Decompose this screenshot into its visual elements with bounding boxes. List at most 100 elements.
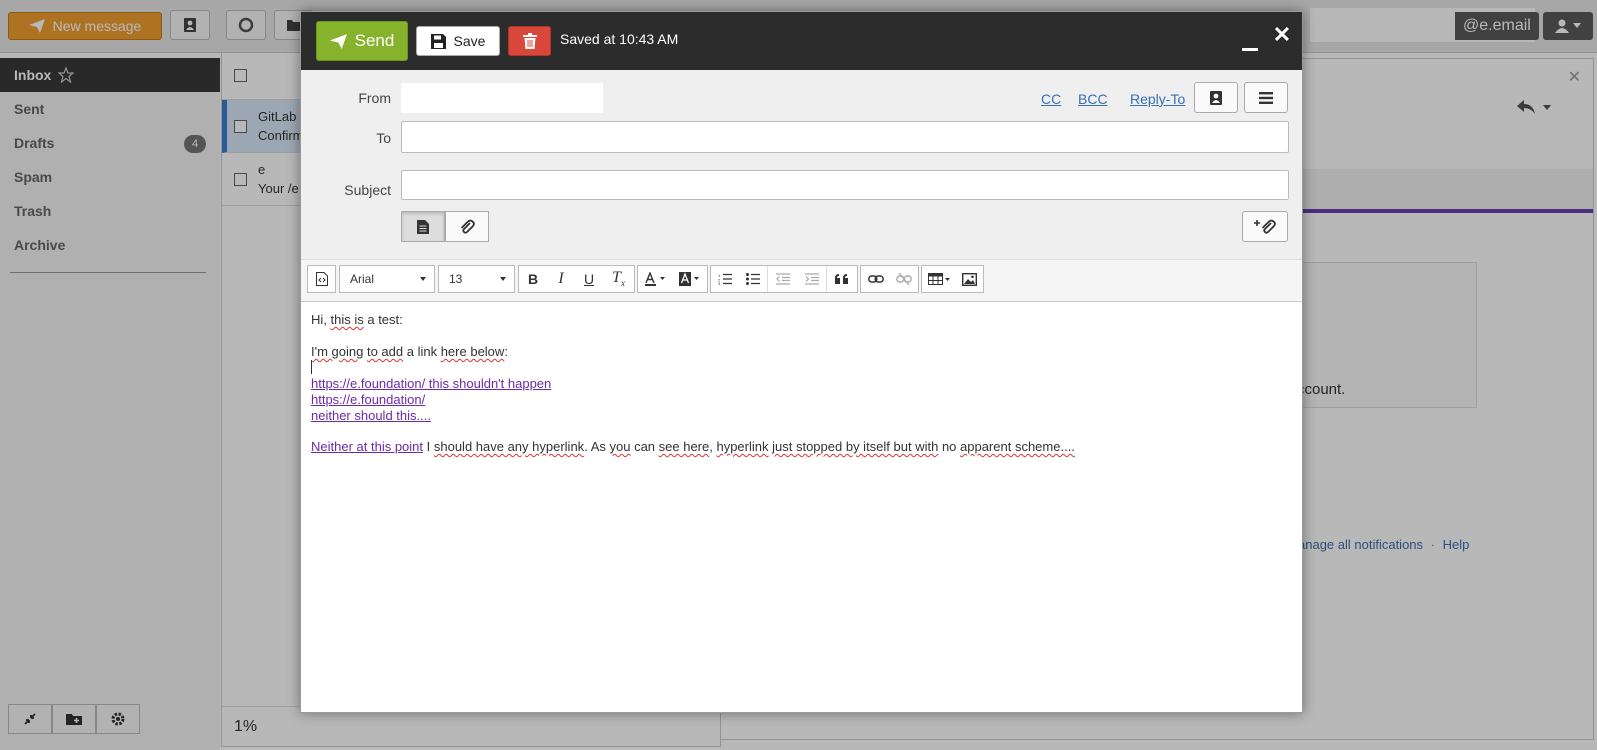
compose-dialog: Send Save Saved at 10:43 AM ✕ From CC BC…	[300, 11, 1303, 713]
editor-mode-toggle	[401, 211, 489, 242]
numbered-list-button[interactable]: 123	[711, 266, 739, 292]
font-size-select[interactable]: 13	[438, 265, 515, 293]
save-status: Saved at 10:43 AM	[560, 31, 679, 47]
body-link-3[interactable]: neither should this....	[311, 408, 431, 423]
chevron-down-icon	[500, 277, 506, 281]
body-text: should have any hyperlink	[433, 439, 585, 454]
attach-plus-icon	[1254, 219, 1276, 234]
source-code-button[interactable]	[308, 266, 335, 292]
compose-header: Send Save Saved at 10:43 AM ✕	[301, 12, 1302, 70]
hyperlink[interactable]: https://e.foundation/	[311, 392, 425, 407]
bcc-link[interactable]: BCC	[1078, 91, 1108, 107]
text-color-button[interactable]	[638, 266, 673, 292]
source-group	[307, 265, 336, 293]
reply-to-link[interactable]: Reply-To	[1130, 91, 1185, 107]
body-link-2[interactable]: https://e.foundation/	[311, 392, 425, 407]
body-text: see here	[658, 439, 710, 454]
close-compose-button[interactable]: ✕	[1271, 24, 1293, 46]
address-book-button[interactable]	[1194, 82, 1238, 113]
ordered-list-icon: 123	[718, 273, 732, 285]
hyperlink[interactable]: neither should this....	[311, 408, 431, 423]
body-line-final: Neither at this point I should have any …	[311, 439, 1075, 454]
link-icon	[867, 275, 884, 283]
clear-format-icon: Tx	[612, 269, 625, 289]
source-code-icon	[315, 272, 328, 286]
options-menu-button[interactable]	[1244, 82, 1288, 113]
body-text: I	[423, 439, 434, 454]
save-label: Save	[453, 33, 486, 49]
chevron-down-icon	[420, 277, 426, 281]
indent-icon	[805, 273, 819, 285]
address-book-icon	[1210, 90, 1222, 105]
remove-link-button[interactable]	[890, 266, 918, 292]
blockquote-button[interactable]	[826, 266, 857, 292]
bold-icon: B	[527, 271, 539, 287]
insert-table-button[interactable]	[922, 266, 955, 292]
indent-button[interactable]	[798, 266, 826, 292]
body-line-intro: I'm going to add a link here below:	[311, 344, 508, 359]
body-text: . As	[584, 439, 610, 454]
unlink-icon	[896, 273, 912, 285]
body-text: a link	[403, 344, 441, 359]
to-input[interactable]	[401, 121, 1289, 153]
insert-link-button[interactable]	[861, 266, 890, 292]
text-color-icon	[644, 272, 665, 286]
list-group: 123	[710, 265, 858, 293]
body-text: you	[609, 439, 631, 454]
italic-button[interactable]: I	[547, 266, 575, 292]
editor-toolbar: Arial 13 B I U Tx 123	[301, 260, 1302, 302]
paper-plane-icon	[329, 33, 347, 49]
save-button[interactable]: Save	[416, 26, 500, 56]
minimize-button[interactable]	[1241, 30, 1259, 52]
body-text: here below	[440, 344, 505, 359]
link-group	[860, 265, 919, 293]
underline-icon: U	[583, 271, 595, 287]
message-body-editor[interactable]: Hi, this is a test: I'm going to add a l…	[301, 302, 1302, 712]
add-attachment-button[interactable]	[1242, 211, 1288, 242]
send-label: Send	[354, 31, 395, 50]
document-icon	[417, 219, 429, 234]
trash-icon	[522, 33, 537, 49]
hyperlink[interactable]: https://e.foundation/ this shouldn't hap…	[311, 376, 551, 391]
body-text: hyperlink	[716, 439, 769, 454]
floppy-disk-icon	[430, 33, 446, 49]
underline-button[interactable]: U	[575, 266, 603, 292]
body-text: to add	[366, 344, 404, 359]
attachment-tab-button[interactable]	[445, 211, 489, 242]
subject-input[interactable]	[401, 170, 1289, 200]
cc-link[interactable]: CC	[1041, 91, 1061, 107]
format-group: B I U Tx	[518, 265, 635, 293]
svg-text:3: 3	[718, 281, 721, 285]
background-color-button[interactable]	[673, 266, 707, 292]
outdent-icon	[776, 273, 790, 285]
font-family-value: Arial	[350, 272, 375, 286]
body-text: this is	[330, 312, 364, 327]
clear-format-button[interactable]: Tx	[603, 266, 634, 292]
hamburger-icon	[1259, 91, 1273, 104]
body-text: I'm going	[311, 344, 364, 359]
hyperlink[interactable]: Neither at this point	[311, 439, 423, 454]
body-text: Hi,	[311, 312, 331, 327]
html-mode-button[interactable]	[401, 211, 445, 242]
body-link-1[interactable]: https://e.foundation/ this shouldn't hap…	[311, 376, 551, 391]
body-text: no	[938, 439, 961, 454]
body-text: can	[630, 439, 659, 454]
text-cursor	[311, 360, 312, 374]
bullet-list-button[interactable]	[739, 266, 767, 292]
from-select[interactable]	[401, 83, 603, 113]
body-text: a test:	[363, 312, 403, 327]
bold-button[interactable]: B	[519, 266, 547, 292]
delete-draft-button[interactable]	[508, 26, 551, 56]
send-button[interactable]: Send	[316, 21, 408, 61]
outdent-button[interactable]	[767, 266, 798, 292]
insert-image-button[interactable]	[955, 266, 983, 292]
font-size-value: 13	[449, 272, 463, 286]
color-group	[637, 265, 708, 293]
italic-icon: I	[558, 270, 564, 287]
body-text: just stopped by itself but with	[772, 439, 939, 454]
table-icon	[927, 273, 950, 285]
from-label: From	[358, 90, 391, 106]
font-family-select[interactable]: Arial	[339, 265, 435, 293]
compose-fields: From CC BCC Reply-To To Subject	[301, 70, 1302, 260]
subject-label: Subject	[344, 182, 391, 198]
